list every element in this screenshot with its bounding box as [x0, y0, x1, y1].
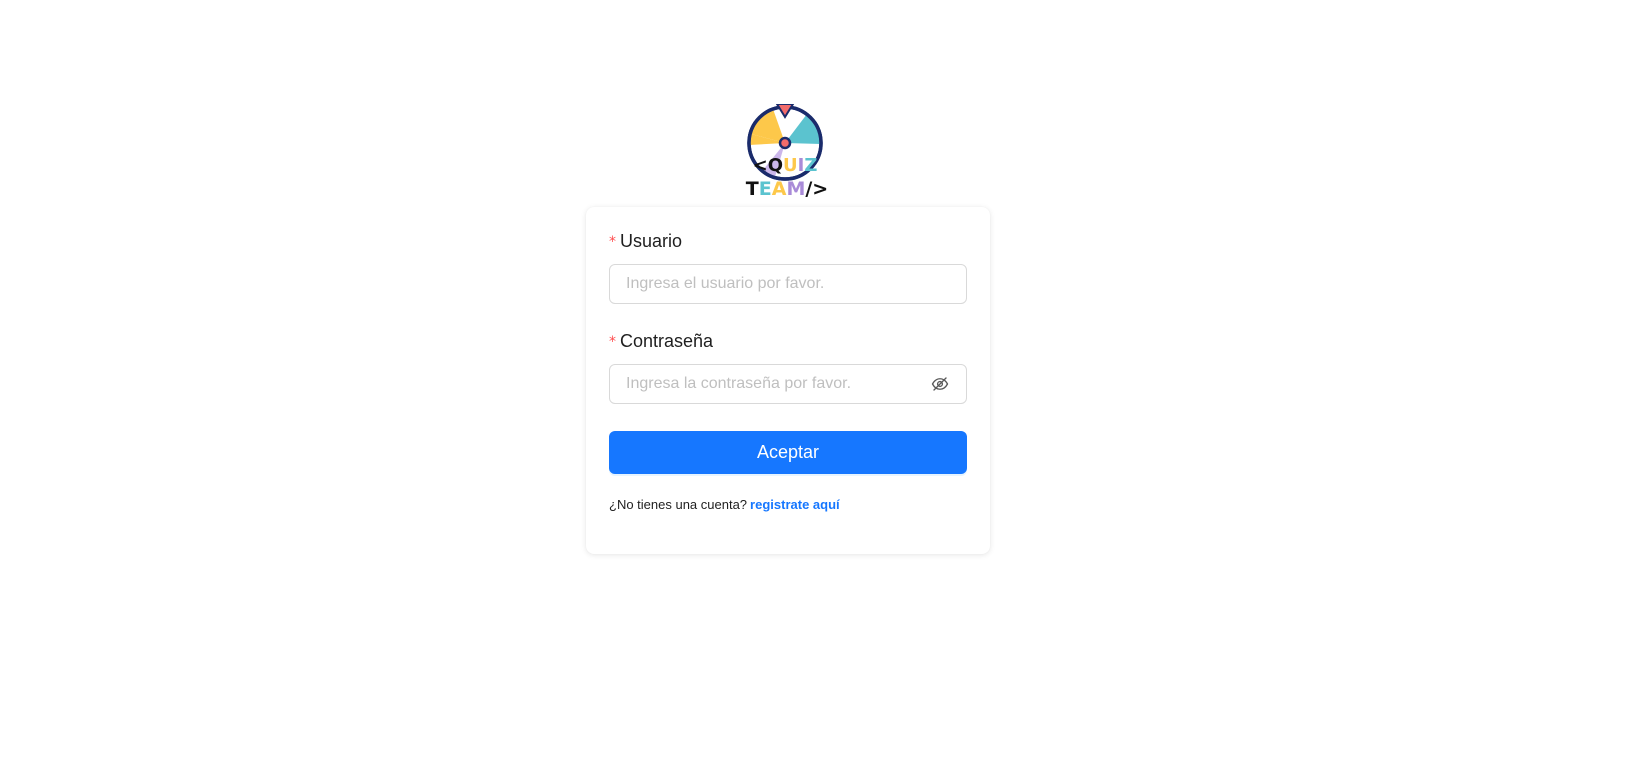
username-label-text: Usuario: [620, 231, 683, 251]
required-mark: *: [609, 234, 616, 250]
svg-text:<QUIZ: <QUIZ: [753, 155, 818, 176]
accept-button[interactable]: Aceptar: [609, 431, 967, 474]
username-input[interactable]: [626, 275, 950, 293]
required-mark: *: [609, 334, 616, 350]
login-page: <QUIZ TEAM/> *Usuario *Contraseña: [0, 0, 1644, 771]
signup-prompt: ¿No tienes una cuenta? registrate aquí: [609, 497, 840, 512]
password-field[interactable]: [609, 364, 967, 404]
eye-invisible-icon[interactable]: [930, 374, 950, 394]
password-input[interactable]: [626, 375, 930, 393]
quiz-team-logo-image: <QUIZ TEAM/>: [746, 104, 828, 200]
signup-prompt-text: ¿No tienes una cuenta?: [609, 497, 748, 512]
signup-link[interactable]: registrate aquí: [750, 497, 840, 512]
username-field[interactable]: [609, 264, 967, 304]
username-label: * Usuario: [609, 229, 682, 253]
password-label: * Contraseña: [609, 329, 713, 353]
svg-text:TEAM/>: TEAM/>: [746, 178, 828, 200]
password-label-text: Contraseña: [620, 331, 714, 351]
quiz-team-logo: <QUIZ TEAM/>: [745, 104, 829, 202]
login-card: *Usuario *Contraseña Aceptar ¿No tienes …: [586, 207, 990, 554]
